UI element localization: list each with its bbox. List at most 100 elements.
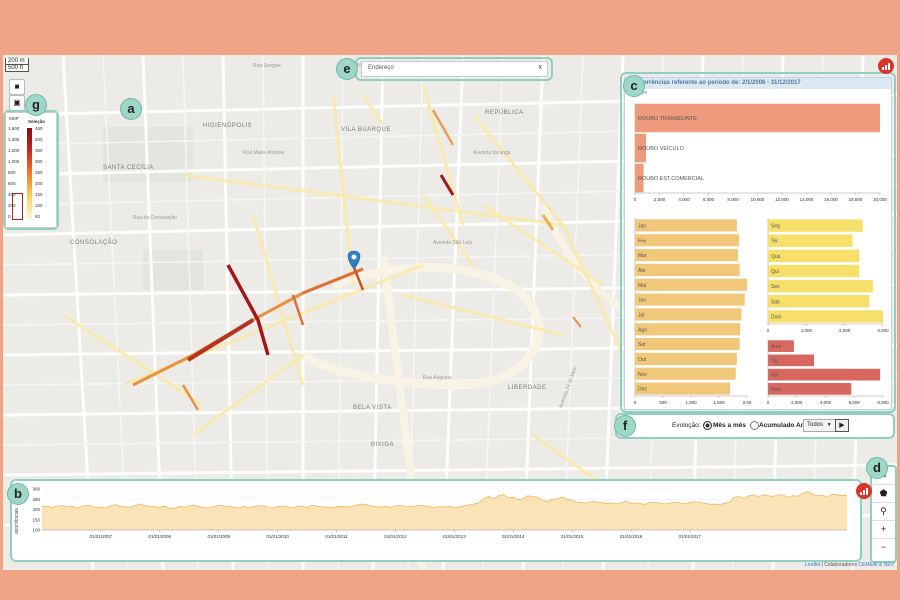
chart-bar-label: ROUBO VEÍCULO bbox=[638, 145, 685, 152]
chart-bar-label: Qui bbox=[771, 269, 779, 275]
leaflet-link[interactable]: Leaflet bbox=[805, 562, 820, 568]
chart-bar bbox=[768, 295, 870, 308]
timeline-x-tick: 01/01/2010 bbox=[266, 534, 289, 539]
district-label: BIXIGA bbox=[371, 442, 395, 448]
radio-monthly[interactable] bbox=[703, 421, 712, 430]
legend-tick-left: 800 bbox=[8, 170, 16, 175]
legend-title-left: MSP bbox=[9, 116, 19, 121]
timeline-x-tick: 01/01/2009 bbox=[207, 534, 230, 539]
chart-bar bbox=[635, 352, 737, 365]
callout-g: g bbox=[25, 94, 47, 116]
address-search-input[interactable]: Endereço x bbox=[361, 61, 548, 77]
chart-bar-label: Nov bbox=[638, 372, 647, 378]
chart-tick-label: 2,000 bbox=[654, 197, 666, 202]
chart-bar bbox=[768, 234, 853, 247]
heat-legend: MSP Seleção 1,600 1,400 1,200 1,000 800 600 40… bbox=[5, 112, 57, 228]
chart-bar-label: Sab bbox=[771, 299, 780, 305]
zoom-in-button[interactable]: + bbox=[872, 521, 895, 539]
legend-tick-right: 300 bbox=[35, 159, 43, 164]
chart-bar-label: Set bbox=[638, 342, 646, 348]
chart-bar-label: Dom bbox=[771, 314, 782, 320]
chart-bar-label: Sex bbox=[771, 284, 780, 290]
year-select[interactable]: Todos ▼ bbox=[803, 419, 836, 432]
app-window: HIGIENÓPOLIS VILA BUARQUE REPÚBLICA CONS… bbox=[3, 55, 897, 570]
callout-a: a bbox=[120, 98, 142, 120]
filter-link[interactable]: Filtro bbox=[625, 89, 891, 98]
timeline-x-tick: 01/01/2011 bbox=[325, 534, 348, 539]
chart-bar-label: ROUBO EST.COMERCIAL bbox=[638, 176, 704, 182]
chart-bar-label: ROUBO TRANSEUNTE bbox=[638, 116, 697, 122]
signal-bars-icon[interactable] bbox=[856, 483, 872, 499]
chart-bar bbox=[635, 323, 741, 336]
timeline-chart[interactable]: ocorrências 300 250 200 150 100 01/01/2007 01/0… bbox=[12, 481, 860, 560]
stats-header: Ocorrências referente ao período de: 2/1… bbox=[625, 78, 891, 89]
chart-tick-label: 2,000 bbox=[839, 328, 851, 333]
play-icon: ▶ bbox=[839, 422, 845, 429]
chart-tick-label: 16,000 bbox=[824, 197, 838, 202]
chart-bar bbox=[635, 249, 739, 262]
chart-tick-label: 4,000 bbox=[820, 400, 832, 405]
district-label: VILA BUARQUE bbox=[341, 127, 392, 133]
chart-bar bbox=[635, 382, 731, 395]
chart-bar-label: Qua bbox=[771, 254, 781, 260]
district-label: BELA VISTA bbox=[353, 405, 392, 411]
legend-tick-left: 600 bbox=[8, 181, 16, 186]
street-label: Avenida São Luís bbox=[433, 240, 473, 246]
timeline-y-label: ocorrências bbox=[14, 508, 20, 534]
chart-tick-label: 500 bbox=[659, 400, 667, 405]
signal-bars-icon[interactable] bbox=[878, 58, 894, 74]
callout-c: c bbox=[623, 75, 645, 97]
chart-bar bbox=[768, 249, 860, 263]
chart-bar bbox=[635, 308, 742, 321]
chart-bar bbox=[635, 367, 736, 380]
chart-bar-label: Mad bbox=[771, 387, 781, 393]
legend-tick-left: 1,000 bbox=[8, 159, 20, 164]
chart-tick-label: 12,000 bbox=[775, 197, 789, 202]
camera-toggle-icon[interactable]: ■ bbox=[9, 79, 25, 95]
radio-annual[interactable] bbox=[750, 421, 759, 430]
chart-tick-label: 0 bbox=[634, 197, 637, 202]
legend-tick-left: 200 bbox=[8, 203, 16, 208]
map-scale: 200 m 500 ft bbox=[5, 58, 29, 72]
chart-tick-label: 2,00 bbox=[743, 400, 752, 405]
chart-bar bbox=[635, 293, 745, 306]
play-button[interactable]: ▶ bbox=[835, 419, 849, 432]
timeline-x-tick: 01/01/2016 bbox=[620, 534, 643, 539]
callout-e: e bbox=[336, 58, 358, 80]
chart-bar-label: Mai bbox=[638, 283, 646, 289]
chart-tick-label: 14,000 bbox=[800, 197, 814, 202]
timeline-y-tick: 100 bbox=[32, 528, 40, 533]
timeline-panel: ocorrências 300 250 200 150 100 01/01/2007 01/0… bbox=[10, 479, 862, 562]
stats-charts[interactable]: ROUBO TRANSEUNTE ROUBO VEÍCULO ROUBO EST.C… bbox=[625, 98, 891, 409]
chart-bar bbox=[635, 234, 740, 247]
timeline-x-tick: 01/01/2007 bbox=[90, 534, 113, 539]
chart-bar-label: Ter bbox=[771, 239, 778, 245]
timeline-x-tick: 01/01/2013 bbox=[443, 534, 466, 539]
draw-polygon-icon[interactable]: ⬟ bbox=[872, 485, 895, 503]
zoom-out-button[interactable]: − bbox=[872, 539, 895, 556]
legend-tick-left: 0 bbox=[8, 214, 11, 219]
chart-bar bbox=[635, 278, 747, 291]
legend-tick-right: 350 bbox=[35, 148, 43, 153]
timeline-y-tick: 150 bbox=[32, 517, 40, 522]
chart-tick-label: 8,000 bbox=[877, 400, 889, 405]
radio-monthly-label: Mês a mês bbox=[713, 422, 746, 429]
timeline-y-tick: 250 bbox=[32, 497, 40, 502]
chart-bar-label: Jun bbox=[638, 298, 646, 304]
stats-panel: Ocorrências referente ao período de: 2/1… bbox=[624, 77, 892, 410]
callout-f: f bbox=[614, 415, 636, 437]
chart-tick-label: 3,000 bbox=[877, 328, 889, 333]
clear-icon[interactable]: x bbox=[539, 64, 543, 71]
address-placeholder: Endereço bbox=[368, 65, 394, 71]
draw-marker-icon[interactable]: ⚲ bbox=[872, 503, 895, 521]
chart-bar-label: Out bbox=[638, 357, 647, 363]
chart-tick-label: 8,000 bbox=[727, 197, 739, 202]
chart-tick-label: 20,000 bbox=[873, 197, 887, 202]
chart-tick-label: 0 bbox=[767, 328, 770, 333]
legend-tick-left: 400 bbox=[8, 192, 16, 197]
timeline-y-tick: 300 bbox=[32, 487, 40, 492]
timeline-area bbox=[42, 491, 847, 530]
screenshot-icon[interactable]: ▣ bbox=[9, 95, 25, 111]
evolution-controls: Evolução: Mês a mês Acumulado Anual Todo… bbox=[615, 413, 895, 439]
cemeai-link[interactable]: CEMEAI & NEV bbox=[858, 562, 894, 568]
